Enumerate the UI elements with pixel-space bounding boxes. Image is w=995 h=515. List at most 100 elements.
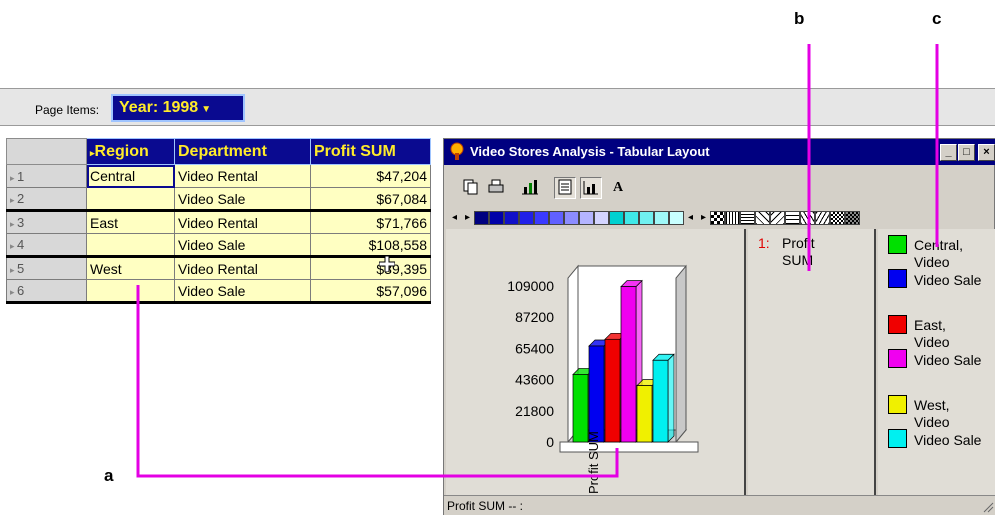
row-header[interactable]: ▸ 3 xyxy=(6,210,87,234)
color-swatch[interactable] xyxy=(519,211,534,225)
bar xyxy=(588,345,605,443)
y-tick-label: 43600 xyxy=(515,372,554,388)
arrow-right-icon[interactable]: ▸ xyxy=(461,211,474,225)
legend-swatch-east-rental xyxy=(888,315,907,334)
arrow-left-icon[interactable]: ◂ xyxy=(684,211,697,225)
callout-a-label: a xyxy=(104,466,114,485)
color-swatch[interactable] xyxy=(639,211,654,225)
color-swatch[interactable] xyxy=(489,211,504,225)
pattern-swatch[interactable] xyxy=(725,211,740,225)
y-tick-label: 65400 xyxy=(515,340,554,356)
maximize-button[interactable]: □ xyxy=(958,144,975,161)
series-label-line2: SUM xyxy=(782,252,814,268)
color-swatch[interactable] xyxy=(624,211,639,225)
column-header-profit[interactable]: Profit SUM xyxy=(310,138,431,165)
app-icon xyxy=(448,142,466,160)
legend-label: Video xyxy=(914,334,950,350)
bar-chart: 109000 87200 65400 43600 21800 0 Profit SUM xyxy=(507,264,699,494)
cell-profit[interactable]: $108,558 xyxy=(310,233,431,258)
pattern-swatch[interactable] xyxy=(800,211,815,225)
cell-region[interactable]: East xyxy=(86,210,175,234)
bar xyxy=(620,286,637,443)
chart-layout-icon[interactable] xyxy=(580,177,602,199)
chart-window: Video Stores Analysis - Tabular Layout _… xyxy=(443,138,995,515)
series-index: 1: xyxy=(758,235,770,251)
color-swatch[interactable] xyxy=(579,211,594,225)
cell-region[interactable]: West xyxy=(86,256,175,280)
arrow-left-icon[interactable]: ◂ xyxy=(448,211,461,225)
pattern-swatch[interactable] xyxy=(815,211,830,225)
row-header[interactable]: ▸ 1 xyxy=(6,164,87,188)
pattern-swatch[interactable] xyxy=(710,211,725,225)
pattern-swatch[interactable] xyxy=(755,211,770,225)
cell-region[interactable]: Central xyxy=(86,164,175,188)
column-header-department[interactable]: Department xyxy=(174,138,311,165)
crosstab-grid: ▸Region Department Profit SUM ▸ 1 Centra… xyxy=(6,138,431,304)
window-titlebar[interactable]: Video Stores Analysis - Tabular Layout xyxy=(444,139,995,165)
cell-department[interactable]: Video Rental xyxy=(174,210,311,234)
chevron-down-icon: ▼ xyxy=(201,104,212,115)
color-swatch[interactable] xyxy=(474,211,489,225)
minimize-button[interactable]: _ xyxy=(940,144,957,161)
y-tick-label: 109000 xyxy=(507,278,554,294)
toolbar: A xyxy=(444,165,995,205)
table-layout-icon[interactable] xyxy=(554,177,576,199)
window-title: Video Stores Analysis - Tabular Layout xyxy=(470,144,710,159)
copy-icon[interactable] xyxy=(460,177,482,199)
bar xyxy=(636,385,653,443)
legend-label: East, xyxy=(914,317,946,333)
pattern-swatch[interactable] xyxy=(740,211,755,225)
resize-grip-icon[interactable] xyxy=(982,501,994,513)
color-swatch[interactable] xyxy=(594,211,609,225)
color-swatch[interactable] xyxy=(669,211,684,225)
cell-region[interactable] xyxy=(86,187,175,212)
cell-profit[interactable]: $39,395 xyxy=(310,256,431,280)
print-icon[interactable] xyxy=(485,177,507,199)
cell-profit[interactable]: $57,096 xyxy=(310,279,431,304)
row-header[interactable]: ▸ 2 xyxy=(6,187,87,212)
pattern-swatch[interactable] xyxy=(845,211,860,225)
color-swatch[interactable] xyxy=(534,211,549,225)
row-number: 6 xyxy=(17,283,25,298)
row-header[interactable]: ▸ 6 xyxy=(6,279,87,304)
y-tick-label: 0 xyxy=(546,434,554,450)
legend-swatch-west-rental xyxy=(888,395,907,414)
color-swatch[interactable] xyxy=(654,211,669,225)
cell-department[interactable]: Video Rental xyxy=(174,256,311,280)
row-number: 2 xyxy=(17,191,25,206)
column-header-region[interactable]: ▸Region xyxy=(86,138,175,165)
color-swatch[interactable] xyxy=(549,211,564,225)
legend-swatch-west-sale xyxy=(888,429,907,448)
color-palette: ◂ ▸ ◂ ▸ xyxy=(448,211,860,227)
year-dropdown[interactable]: Year: 1998 ▼ xyxy=(111,94,245,122)
cell-department[interactable]: Video Sale xyxy=(174,187,311,212)
legend-label: West, xyxy=(914,397,950,413)
color-swatch[interactable] xyxy=(504,211,519,225)
cell-region[interactable] xyxy=(86,279,175,304)
cell-department[interactable]: Video Rental xyxy=(174,164,311,188)
series-legend: 1: Profit SUM xyxy=(748,229,876,495)
cell-profit[interactable]: $67,084 xyxy=(310,187,431,212)
arrow-right-icon[interactable]: ▸ xyxy=(697,211,710,225)
pattern-swatch[interactable] xyxy=(770,211,785,225)
chart-base-plate xyxy=(559,441,699,453)
legend-swatch-east-sale xyxy=(888,349,907,368)
cell-profit[interactable]: $71,766 xyxy=(310,210,431,234)
color-swatch[interactable] xyxy=(609,211,624,225)
bar-chart-icon[interactable] xyxy=(519,177,541,199)
row-header[interactable]: ▸ 4 xyxy=(6,233,87,258)
row-header[interactable]: ▸ 5 xyxy=(6,256,87,280)
pattern-swatch[interactable] xyxy=(785,211,800,225)
pattern-swatch[interactable] xyxy=(830,211,845,225)
font-icon[interactable]: A xyxy=(607,177,629,199)
cell-department[interactable]: Video Sale xyxy=(174,233,311,258)
legend-swatch-central-sale xyxy=(888,269,907,288)
cell-profit[interactable]: $47,204 xyxy=(310,164,431,188)
grid-corner[interactable] xyxy=(6,138,87,165)
bar xyxy=(604,338,621,443)
color-swatch[interactable] xyxy=(564,211,579,225)
cell-department[interactable]: Video Sale xyxy=(174,279,311,304)
chart-pane: 109000 87200 65400 43600 21800 0 Profit SUM xyxy=(446,229,746,495)
cell-region[interactable] xyxy=(86,233,175,258)
close-button[interactable]: × xyxy=(978,144,995,161)
